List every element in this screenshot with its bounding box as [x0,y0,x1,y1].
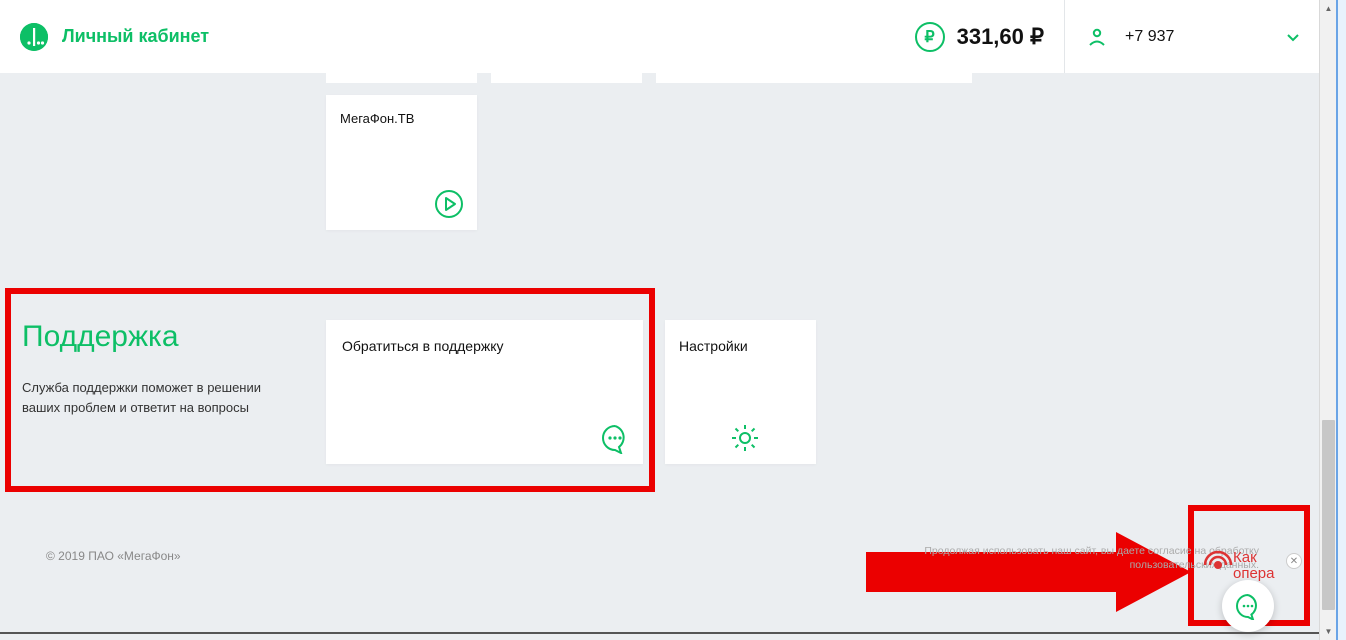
scroll-up-button[interactable]: ▲ [1320,0,1337,17]
card-settings[interactable]: Настройки [665,320,816,464]
chat-fab-button[interactable] [1222,580,1274,632]
phone-number: +7 937 [1125,28,1287,46]
card-contact-support[interactable]: Обратиться в поддержку [326,320,643,464]
section-description: Служба поддержки поможет в решении ваших… [22,378,302,417]
card-label: Обратиться в поддержку [342,338,627,354]
footer-consent-line1: Продолжая использовать наш сайт, вы дает… [924,545,1259,557]
play-icon [433,188,465,220]
footer-divider [0,632,1319,634]
footer-consent-line2: пользовательских данных. [1130,559,1259,571]
chevron-down-icon [1287,29,1299,45]
card-megafon-tv[interactable]: МегаФон.ТВ [326,95,477,230]
window-edge [1336,0,1346,640]
card-stub [656,73,972,83]
ruble-icon: ₽ [915,22,945,52]
page-title: Личный кабинет [62,26,209,47]
vertical-scrollbar[interactable]: ▲ ▼ [1319,0,1336,640]
card-label: МегаФон.ТВ [340,111,463,126]
header-bar: Личный кабинет ₽ 331,60 ₽ +7 937 [0,0,1319,73]
chat-icon [599,422,631,454]
close-icon[interactable]: ✕ [1286,553,1302,569]
account-dropdown[interactable]: +7 937 [1064,0,1319,73]
section-heading: Поддержка [22,320,179,354]
user-icon [1087,27,1107,47]
card-label: Настройки [679,338,802,354]
app-viewport: Личный кабинет ₽ 331,60 ₽ +7 937 МегаФон… [0,0,1319,640]
balance-block[interactable]: ₽ 331,60 ₽ [915,0,1044,73]
gear-icon [729,422,761,454]
card-stub [491,73,642,83]
card-stub [326,73,477,83]
scroll-down-button[interactable]: ▼ [1320,623,1337,640]
footer-copyright: © 2019 ПАО «МегаФон» [46,549,181,563]
footer-consent: Продолжая использовать наш сайт, вы дает… [924,545,1259,572]
megafon-logo-icon [20,23,48,51]
balance-value: 331,60 ₽ [957,24,1044,50]
scroll-thumb[interactable] [1322,420,1335,610]
